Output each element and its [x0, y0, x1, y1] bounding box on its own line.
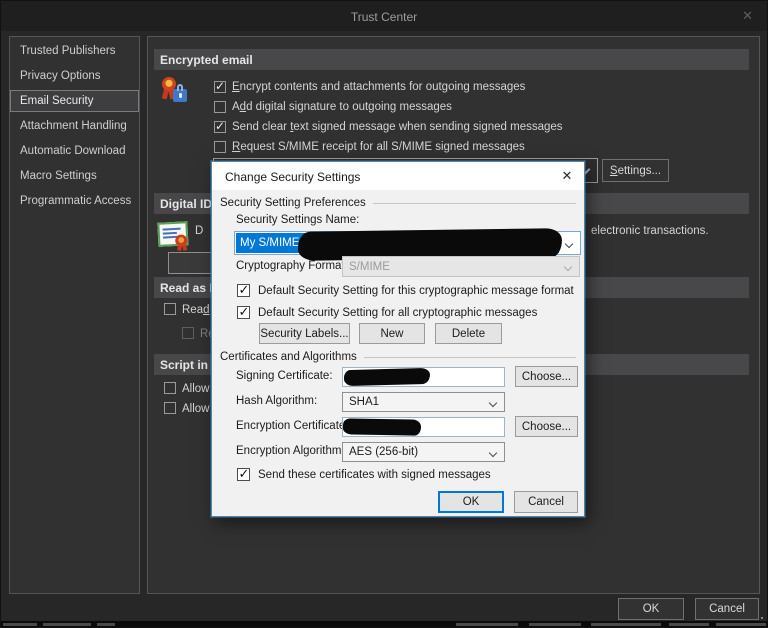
- dialog-title: Change Security Settings: [225, 170, 361, 184]
- resize-grip[interactable]: [761, 617, 763, 619]
- certificates-group-header: Certificates and Algorithms: [220, 351, 576, 363]
- titlebar: Trust Center ✕: [1, 1, 767, 31]
- digital-signature-checkbox[interactable]: [214, 101, 226, 113]
- choose-encryption-button[interactable]: Choose...: [515, 416, 578, 437]
- choose-signing-button[interactable]: Choose...: [515, 366, 578, 387]
- sidebar-item-macro-settings[interactable]: Macro Settings: [10, 165, 139, 187]
- dialog-close-icon[interactable]: ✕: [558, 167, 576, 185]
- sidebar-item-email-security[interactable]: Email Security: [10, 90, 139, 112]
- sidebar-item-privacy-options[interactable]: Privacy Options: [10, 65, 139, 87]
- default-all-messages-label: Default Security Setting for all cryptog…: [258, 307, 538, 319]
- encrypt-contents-checkbox[interactable]: [214, 79, 226, 93]
- digital-ids-text-right: electronic transactions.: [591, 225, 709, 237]
- allow-script-public-label: Allow: [182, 403, 210, 415]
- security-labels-button[interactable]: Security Labels...: [259, 323, 350, 344]
- smime-receipt-checkbox[interactable]: [214, 141, 226, 153]
- read-signed-plain-checkbox: [182, 327, 194, 339]
- window-close-icon[interactable]: ✕: [742, 8, 753, 24]
- delete-button[interactable]: Delete: [435, 323, 502, 344]
- signing-certificate-label: Signing Certificate:: [236, 370, 333, 382]
- sidebar-item-trusted-publishers[interactable]: Trusted Publishers: [10, 40, 139, 62]
- clear-text-label: Send clear text signed message when send…: [232, 121, 563, 133]
- encrypt-contents-label: Encrypt contents and attachments for out…: [232, 81, 526, 93]
- cancel-button[interactable]: Cancel: [695, 598, 759, 620]
- digital-ids-text-left: D: [195, 225, 204, 237]
- chevron-down-icon: [563, 262, 573, 272]
- preferences-group-header: Security Setting Preferences: [220, 197, 576, 209]
- sidebar-item-programmatic-access[interactable]: Programmatic Access: [10, 190, 139, 212]
- redaction-blob: [342, 418, 422, 436]
- chevron-down-icon: [488, 398, 498, 408]
- encryption-certificate-label: Encryption Certificate:: [236, 420, 349, 432]
- trust-center-window: Trust Center ✕ Trusted Publishers Privac…: [0, 0, 768, 628]
- encrypted-email-icon: [160, 76, 190, 108]
- chevron-down-icon: [564, 239, 574, 249]
- send-certificates-label: Send these certificates with signed mess…: [258, 469, 491, 481]
- taskbar-sliver: [1, 621, 768, 627]
- encryption-algorithm-combobox[interactable]: AES (256-bit): [342, 442, 505, 462]
- sidebar: Trusted Publishers Privacy Options Email…: [9, 36, 140, 594]
- dialog-titlebar: Change Security Settings ✕: [212, 162, 584, 190]
- default-all-messages-checkbox[interactable]: [237, 304, 250, 320]
- chevron-down-icon: [488, 448, 498, 458]
- smime-receipt-label: Request S/MIME receipt for all S/MIME si…: [232, 141, 525, 153]
- certificate-icon: [156, 220, 192, 252]
- default-this-format-checkbox[interactable]: [237, 282, 250, 298]
- cryptography-format-combobox: S/MIME: [342, 256, 580, 277]
- settings-button[interactable]: Settings...: [602, 159, 669, 182]
- new-button[interactable]: New: [359, 323, 425, 344]
- change-security-settings-dialog: Change Security Settings ✕ Security Sett…: [211, 161, 585, 517]
- ok-button[interactable]: OK: [618, 598, 684, 620]
- allow-script-public-checkbox[interactable]: [164, 402, 176, 414]
- hash-algorithm-label: Hash Algorithm:: [236, 395, 318, 407]
- sidebar-item-attachment-handling[interactable]: Attachment Handling: [10, 115, 139, 137]
- sidebar-item-automatic-download[interactable]: Automatic Download: [10, 140, 139, 162]
- encryption-algorithm-label: Encryption Algorithm:: [236, 445, 345, 457]
- hash-algorithm-combobox[interactable]: SHA1: [342, 392, 505, 412]
- digital-signature-label: Add digital signature to outgoing messag…: [232, 101, 452, 113]
- allow-script-shared-label: Allow: [182, 383, 210, 395]
- default-this-format-label: Default Security Setting for this crypto…: [258, 285, 574, 297]
- dialog-cancel-button[interactable]: Cancel: [514, 491, 578, 513]
- read-plain-checkbox[interactable]: [164, 303, 176, 315]
- security-settings-name-label: Security Settings Name:: [236, 214, 360, 226]
- send-certificates-checkbox[interactable]: [237, 466, 250, 482]
- cryptography-format-label: Cryptography Format:: [236, 260, 348, 272]
- dialog-ok-button[interactable]: OK: [438, 491, 504, 513]
- allow-script-shared-checkbox[interactable]: [164, 382, 176, 394]
- window-title: Trust Center: [350, 10, 418, 24]
- redaction-blob: [343, 367, 431, 387]
- encrypted-email-header: Encrypted email: [154, 49, 749, 70]
- clear-text-checkbox[interactable]: [214, 119, 226, 133]
